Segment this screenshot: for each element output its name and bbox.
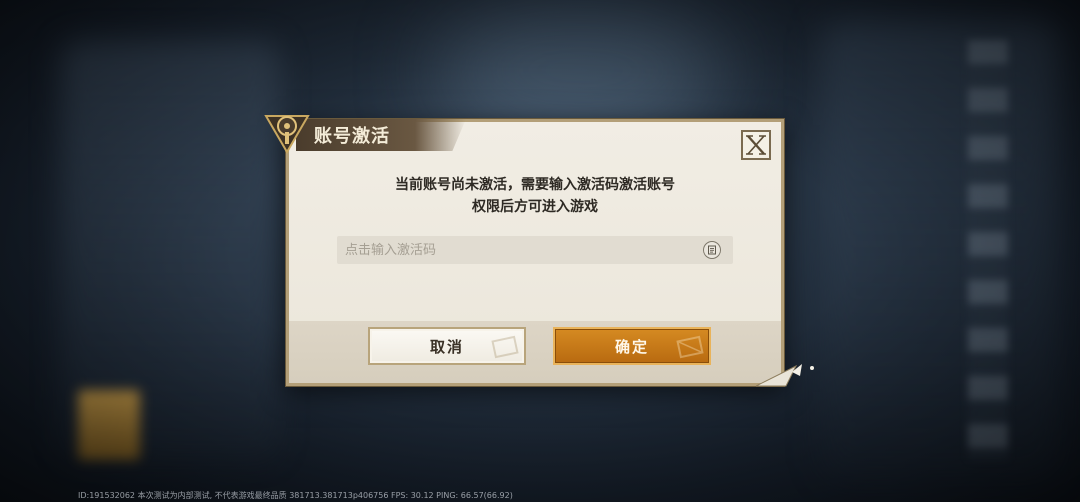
message-line-2: 权限后方可进入游戏 bbox=[472, 199, 598, 215]
close-x-icon bbox=[746, 135, 766, 155]
activation-message: 当前账号尚未激活，需要输入激活码激活账号 权限后方可进入游戏 bbox=[286, 174, 784, 218]
activation-code-field[interactable] bbox=[337, 236, 733, 264]
clipboard-icon bbox=[708, 245, 716, 255]
debug-info-text: ID:191532062 本次测试为内部测试, 不代表游戏最终品质 381713… bbox=[78, 491, 513, 500]
confirm-button[interactable]: 确定 bbox=[553, 327, 711, 365]
emblem-icon bbox=[264, 115, 310, 154]
confirm-button-decoration bbox=[676, 335, 704, 359]
background-column bbox=[968, 40, 1008, 460]
dialog-title: 账号激活 bbox=[314, 126, 390, 147]
background-building-right bbox=[820, 20, 1060, 480]
dialog-corner-ornament bbox=[756, 364, 814, 387]
confirm-button-label: 确定 bbox=[614, 337, 649, 356]
cancel-button-decoration bbox=[491, 335, 519, 359]
paste-icon[interactable] bbox=[703, 241, 721, 259]
cancel-button[interactable]: 取消 bbox=[368, 327, 526, 365]
message-line-1: 当前账号尚未激活，需要输入激活码激活账号 bbox=[395, 177, 675, 193]
background-building-left bbox=[60, 40, 280, 460]
background-lamp bbox=[78, 390, 140, 460]
close-button[interactable] bbox=[741, 130, 771, 160]
activation-code-input[interactable] bbox=[337, 236, 733, 264]
cancel-button-label: 取消 bbox=[429, 337, 464, 356]
